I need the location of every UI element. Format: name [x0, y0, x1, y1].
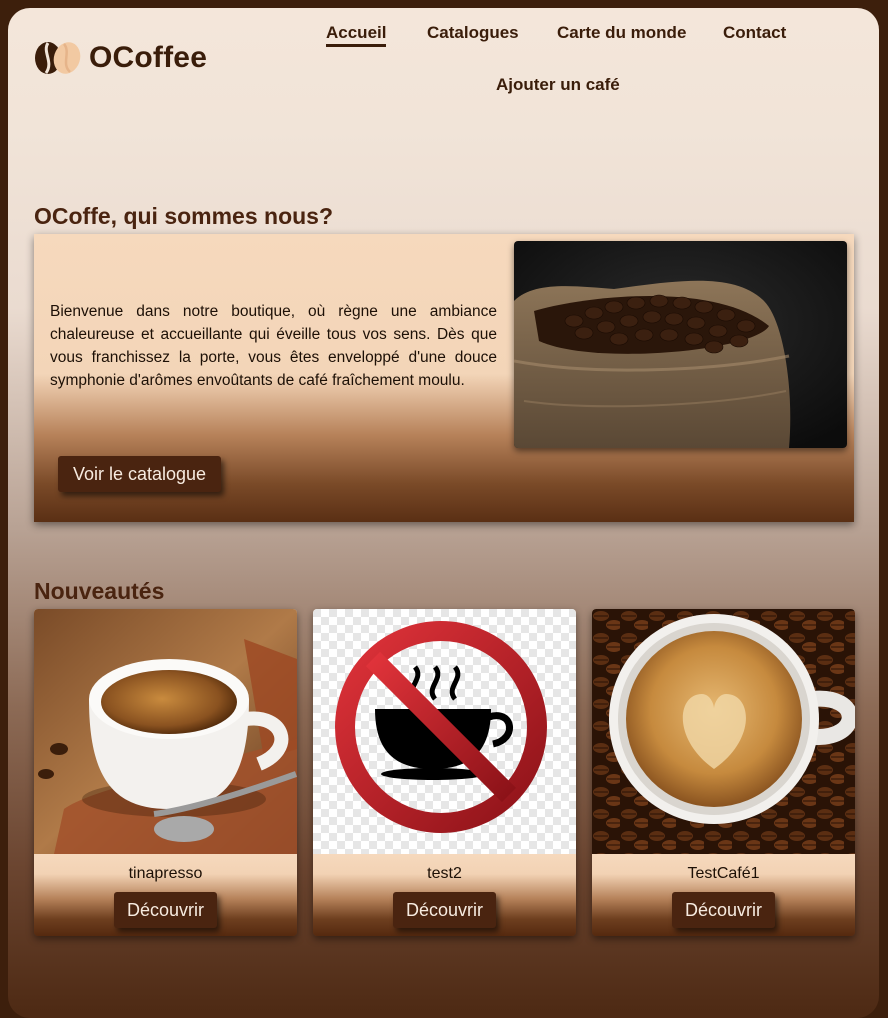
- page-frame: OCoffee Accueil Catalogues Carte du mond…: [8, 8, 879, 1018]
- nav-link-contact[interactable]: Contact: [723, 23, 786, 43]
- brand-name: OCoffee: [89, 41, 208, 74]
- product-name: test2: [427, 865, 462, 882]
- about-text: Bienvenue dans notre boutique, où règne …: [50, 303, 497, 389]
- nav-link-accueil[interactable]: Accueil: [326, 23, 387, 47]
- nav-link-catalogues[interactable]: Catalogues: [427, 23, 519, 43]
- no-coffee-sign-image: [313, 609, 576, 854]
- product-name: TestCafé1: [687, 865, 760, 882]
- brand-logo[interactable]: OCoffee: [33, 40, 207, 76]
- news-title: Nouveautés: [34, 578, 165, 604]
- nav-link-carte-du-monde[interactable]: Carte du monde: [557, 23, 686, 43]
- latte-heart-cup-image: [592, 609, 855, 854]
- product-card: test2 Découvrir: [313, 609, 576, 936]
- espresso-cup-image: [34, 609, 297, 854]
- nav-link-ajouter-un-cafe[interactable]: Ajouter un café: [496, 75, 620, 95]
- coffee-bean-icon: [33, 40, 81, 76]
- discover-button[interactable]: Découvrir: [114, 892, 217, 928]
- product-name: tinapresso: [128, 865, 203, 882]
- discover-button[interactable]: Découvrir: [672, 892, 775, 928]
- product-card: tinapresso Découvrir: [34, 609, 297, 936]
- view-catalog-button[interactable]: Voir le catalogue: [58, 456, 221, 492]
- coffee-beans-sack-image: [514, 241, 847, 448]
- product-card: TestCafé1 Découvrir: [592, 609, 855, 936]
- about-card: Bienvenue dans notre boutique, où règne …: [34, 234, 854, 522]
- discover-button[interactable]: Découvrir: [393, 892, 496, 928]
- about-title: OCoffe, qui sommes nous?: [34, 203, 334, 229]
